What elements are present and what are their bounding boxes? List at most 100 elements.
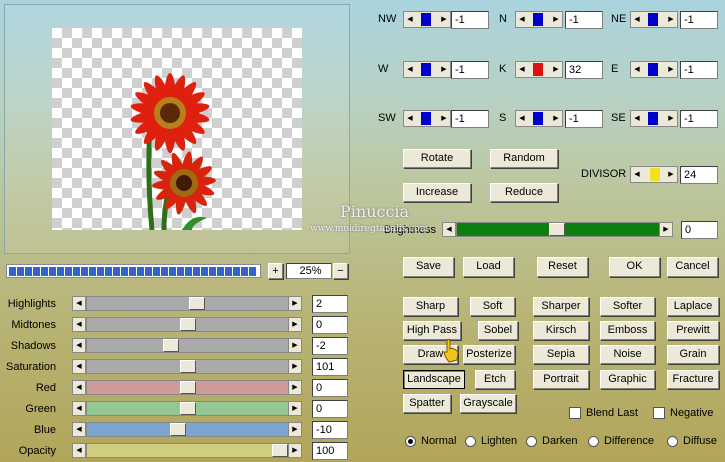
matrix-value-input[interactable]: -1: [565, 110, 603, 128]
preset-soft-button[interactable]: Soft: [470, 297, 515, 316]
preset-spatter-button[interactable]: Spatter: [403, 394, 451, 413]
slider-value-input[interactable]: -10: [312, 421, 348, 439]
arrow-left-icon[interactable]: ◀: [632, 12, 642, 27]
matrix-value-input[interactable]: -1: [451, 110, 489, 128]
slider-left-arrow[interactable]: ◀: [72, 380, 86, 395]
slider-track[interactable]: [86, 422, 289, 437]
matrix-spinner[interactable]: ◀ ▶: [515, 11, 563, 28]
slider-value-input[interactable]: 101: [312, 358, 348, 376]
slider-track[interactable]: [86, 443, 289, 458]
matrix-knob[interactable]: [421, 13, 431, 26]
brightness-left-arrow[interactable]: ◀: [442, 222, 456, 237]
matrix-knob[interactable]: [533, 13, 543, 26]
slider-left-arrow[interactable]: ◀: [72, 317, 86, 332]
matrix-knob[interactable]: [533, 63, 543, 76]
slider-thumb[interactable]: [170, 423, 186, 436]
arrow-right-icon[interactable]: ▶: [551, 62, 561, 77]
blend-mode-lighten-radio[interactable]: [465, 436, 476, 447]
arrow-left-icon[interactable]: ◀: [405, 62, 415, 77]
slider-thumb[interactable]: [189, 297, 205, 310]
arrow-left-icon[interactable]: ◀: [517, 111, 527, 126]
arrow-left-icon[interactable]: ◀: [632, 111, 642, 126]
slider-left-arrow[interactable]: ◀: [72, 296, 86, 311]
matrix-spinner[interactable]: ◀ ▶: [515, 110, 563, 127]
slider-right-arrow[interactable]: ▶: [288, 443, 302, 458]
preset-etch-button[interactable]: Etch: [475, 370, 515, 389]
brightness-input[interactable]: 0: [681, 221, 718, 239]
matrix-knob[interactable]: [533, 112, 543, 125]
brightness-thumb[interactable]: [549, 223, 565, 236]
blend-mode-difference-radio[interactable]: [588, 436, 599, 447]
preset-kirsch-button[interactable]: Kirsch: [533, 321, 589, 340]
preset-sepia-button[interactable]: Sepia: [533, 345, 589, 364]
matrix-spinner[interactable]: ◀ ▶: [403, 11, 451, 28]
blend-mode-diffuse-radio[interactable]: [667, 436, 678, 447]
slider-value-input[interactable]: 0: [312, 316, 348, 334]
zoom-out-button[interactable]: −: [333, 263, 348, 279]
slider-thumb[interactable]: [180, 402, 196, 415]
matrix-value-input[interactable]: -1: [680, 61, 718, 79]
blend-mode-normal-radio[interactable]: [405, 436, 416, 447]
preset-fracture-button[interactable]: Fracture: [667, 370, 719, 389]
slider-thumb[interactable]: [180, 318, 196, 331]
arrow-left-icon[interactable]: ◀: [405, 111, 415, 126]
matrix-knob[interactable]: [421, 63, 431, 76]
arrow-left-icon[interactable]: ◀: [517, 62, 527, 77]
slider-left-arrow[interactable]: ◀: [72, 422, 86, 437]
increase-button[interactable]: Increase: [403, 183, 471, 202]
matrix-value-input[interactable]: 32: [565, 61, 603, 79]
arrow-right-icon[interactable]: ▶: [666, 111, 676, 126]
matrix-value-input[interactable]: -1: [680, 11, 718, 29]
ok-button[interactable]: OK: [609, 257, 660, 277]
reduce-button[interactable]: Reduce: [490, 183, 558, 202]
slider-left-arrow[interactable]: ◀: [72, 359, 86, 374]
matrix-spinner[interactable]: ◀ ▶: [630, 110, 678, 127]
arrow-right-icon[interactable]: ▶: [439, 12, 449, 27]
arrow-left-icon[interactable]: ◀: [632, 167, 642, 182]
matrix-knob[interactable]: [648, 112, 658, 125]
slider-right-arrow[interactable]: ▶: [288, 296, 302, 311]
blend-last-checkbox[interactable]: [569, 407, 581, 419]
preset-portrait-button[interactable]: Portrait: [533, 370, 589, 389]
divisor-knob[interactable]: [650, 168, 660, 181]
slider-thumb[interactable]: [272, 444, 288, 457]
slider-left-arrow[interactable]: ◀: [72, 338, 86, 353]
zoom-level[interactable]: 25%: [286, 263, 332, 279]
preset-sharper-button[interactable]: Sharper: [533, 297, 589, 316]
reset-button[interactable]: Reset: [537, 257, 588, 277]
matrix-spinner[interactable]: ◀ ▶: [630, 61, 678, 78]
load-button[interactable]: Load: [463, 257, 514, 277]
preset-softer-button[interactable]: Softer: [600, 297, 655, 316]
arrow-right-icon[interactable]: ▶: [551, 12, 561, 27]
random-button[interactable]: Random: [490, 149, 558, 168]
matrix-knob[interactable]: [648, 13, 658, 26]
slider-track[interactable]: [86, 296, 289, 311]
matrix-knob[interactable]: [648, 63, 658, 76]
slider-right-arrow[interactable]: ▶: [288, 401, 302, 416]
arrow-left-icon[interactable]: ◀: [632, 62, 642, 77]
slider-value-input[interactable]: 2: [312, 295, 348, 313]
zoom-in-button[interactable]: +: [268, 263, 283, 279]
slider-value-input[interactable]: 0: [312, 400, 348, 418]
arrow-left-icon[interactable]: ◀: [405, 12, 415, 27]
matrix-value-input[interactable]: -1: [565, 11, 603, 29]
matrix-value-input[interactable]: -1: [451, 61, 489, 79]
slider-right-arrow[interactable]: ▶: [288, 338, 302, 353]
slider-thumb[interactable]: [180, 360, 196, 373]
slider-left-arrow[interactable]: ◀: [72, 401, 86, 416]
arrow-right-icon[interactable]: ▶: [551, 111, 561, 126]
preset-posterize-button[interactable]: Posterize: [463, 345, 515, 364]
arrow-right-icon[interactable]: ▶: [666, 62, 676, 77]
preset-sobel-button[interactable]: Sobel: [478, 321, 518, 340]
preset-prewitt-button[interactable]: Prewitt: [667, 321, 719, 340]
matrix-spinner[interactable]: ◀ ▶: [630, 11, 678, 28]
negative-checkbox[interactable]: [653, 407, 665, 419]
preset-graphic-button[interactable]: Graphic: [600, 370, 655, 389]
preset-laplace-button[interactable]: Laplace: [667, 297, 719, 316]
matrix-spinner[interactable]: ◀ ▶: [515, 61, 563, 78]
slider-thumb[interactable]: [180, 381, 196, 394]
arrow-right-icon[interactable]: ▶: [666, 12, 676, 27]
arrow-right-icon[interactable]: ▶: [439, 62, 449, 77]
divisor-input[interactable]: 24: [680, 166, 718, 184]
slider-value-input[interactable]: 0: [312, 379, 348, 397]
